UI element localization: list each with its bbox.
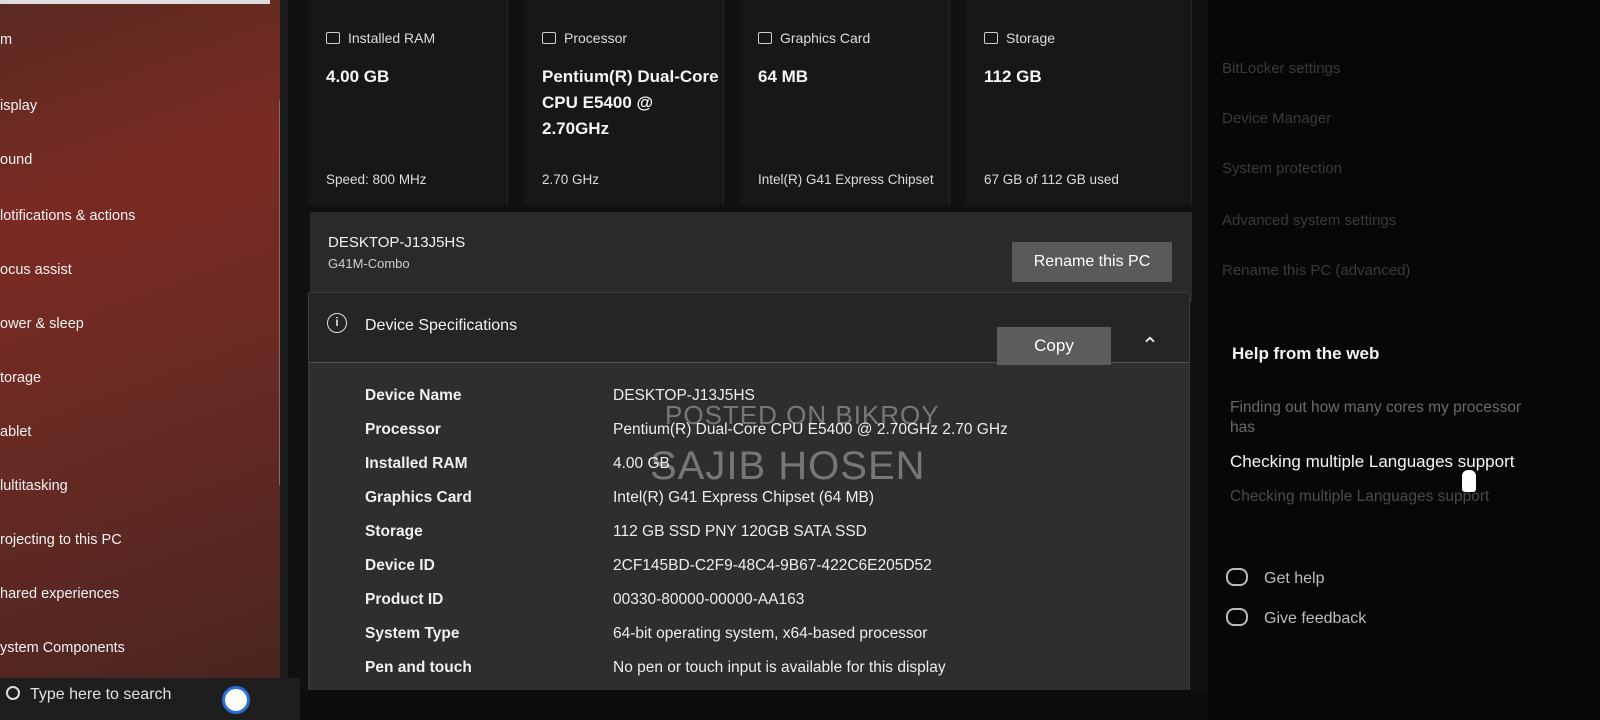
sidebar-search-box[interactable]: [0, 0, 270, 4]
taskbar-tray: [300, 690, 1208, 720]
taskbar-app-icon[interactable]: [222, 686, 250, 714]
card-subtext: 2.70 GHz: [542, 172, 600, 187]
spec-key: Processor: [365, 421, 441, 438]
rename-pc-button[interactable]: Rename this PC: [1012, 242, 1172, 282]
spec-row: Storage 112 GB SSD PNY 120GB SATA SSD: [365, 523, 1185, 555]
spec-value: 64-bit operating system, x64-based proce…: [613, 625, 928, 642]
spec-value: No pen or touch input is available for t…: [613, 659, 946, 676]
pc-name: DESKTOP-J13J5HS: [328, 234, 466, 251]
get-help-icon: [1226, 568, 1248, 586]
spec-key: Pen and touch: [365, 659, 472, 676]
related-link-device-manager[interactable]: Device Manager: [1222, 110, 1331, 127]
card-value: Pentium(R) Dual-Core CPU E5400 @ 2.70GHz: [542, 67, 719, 138]
taskbar: Type here to search: [0, 678, 300, 720]
spec-key: Storage: [365, 523, 423, 540]
card-subtext: 67 GB of 112 GB used: [984, 172, 1119, 187]
card-value: 4.00 GB: [326, 67, 390, 86]
info-icon: i: [327, 313, 347, 333]
storage-icon: [984, 32, 998, 44]
help-link-languages-faint[interactable]: Checking multiple Languages support: [1230, 488, 1489, 506]
card-subtext: Speed: 800 MHz: [326, 172, 427, 187]
card-value: 64 MB: [758, 67, 809, 86]
processor-card: Processor Pentium(R) Dual-Core CPU E5400…: [524, 0, 724, 205]
gpu-icon: [758, 32, 772, 44]
card-subtext: Intel(R) G41 Express Chipset: [758, 172, 934, 187]
sidebar-item-system[interactable]: m: [0, 32, 12, 48]
pc-name-bar: DESKTOP-J13J5HS G41M-Combo Rename this P…: [310, 212, 1192, 302]
sidebar-item-focus-assist[interactable]: ocus assist: [0, 262, 72, 278]
sidebar-item-tablet[interactable]: ablet: [0, 424, 31, 440]
watermark-line1: POSTED ON BIKROY: [665, 400, 940, 430]
search-icon: [6, 686, 20, 700]
chevron-up-icon[interactable]: ⌃: [1135, 331, 1165, 361]
spec-row: Graphics Card Intel(R) G41 Express Chipse…: [365, 489, 1185, 521]
spec-value: 2CF145BD-C2F9-48C4-9B67-422C6E205D52: [613, 557, 932, 574]
cpu-icon: [542, 32, 556, 44]
spec-key: System Type: [365, 625, 460, 642]
spec-row: Product ID 00330-80000-00000-AA163: [365, 591, 1185, 623]
card-header: Storage: [1006, 30, 1056, 46]
spec-key: Installed RAM: [365, 455, 468, 472]
watermark-line2: SAJIB HOSEN: [650, 444, 926, 488]
card-header: Graphics Card: [780, 30, 871, 46]
related-link-advanced-settings[interactable]: Advanced system settings: [1222, 212, 1396, 229]
sidebar-item-notifications[interactable]: lotifications & actions: [0, 208, 135, 224]
settings-sidebar: m isplay ound lotifications & actions oc…: [0, 0, 288, 678]
sidebar-item-power-sleep[interactable]: ower & sleep: [0, 316, 84, 332]
pc-model: G41M-Combo: [328, 256, 410, 271]
card-header: Installed RAM: [348, 30, 436, 46]
spec-value: 112 GB SSD PNY 120GB SATA SSD: [613, 523, 867, 540]
spec-key: Device ID: [365, 557, 435, 574]
ram-icon: [326, 32, 340, 44]
get-help-link[interactable]: Get help: [1264, 570, 1324, 588]
spec-key: Graphics Card: [365, 489, 472, 506]
sidebar-item-multitasking[interactable]: lultitasking: [0, 478, 68, 494]
related-link-bitlocker[interactable]: BitLocker settings: [1222, 60, 1340, 77]
spec-row: Pen and touch No pen or touch input is av…: [365, 659, 1185, 691]
spec-key: Device Name: [365, 387, 462, 404]
help-link-languages[interactable]: Checking multiple Languages support: [1230, 452, 1514, 472]
sidebar-item-display[interactable]: isplay: [0, 98, 37, 114]
specs-title: Device Specifications: [365, 317, 518, 334]
graphics-card: Graphics Card 64 MB Intel(R) G41 Express…: [740, 0, 950, 205]
sidebar-item-shared-experiences[interactable]: hared experiences: [0, 586, 119, 602]
related-link-rename-advanced[interactable]: Rename this PC (advanced): [1222, 262, 1410, 279]
spec-value: 00330-80000-00000-AA163: [613, 591, 805, 608]
specs-header[interactable]: i Device Specifications Copy ⌃: [309, 293, 1189, 365]
help-link-cores[interactable]: Finding out how many cores my processor …: [1230, 398, 1530, 438]
sidebar-item-projecting[interactable]: rojecting to this PC: [0, 532, 122, 548]
hand-cursor-icon: [1462, 470, 1476, 492]
card-value: 112 GB: [984, 67, 1042, 86]
related-settings-panel: BitLocker settings Device Manager System…: [1208, 0, 1600, 720]
card-header: Processor: [564, 30, 628, 46]
sidebar-item-sound[interactable]: ound: [0, 152, 32, 168]
taskbar-search-input[interactable]: Type here to search: [30, 686, 171, 704]
sidebar-item-storage[interactable]: torage: [0, 370, 41, 386]
device-specifications-panel: i Device Specifications Copy ⌃ Device Na…: [308, 292, 1190, 720]
sidebar-edge: [280, 0, 288, 678]
help-from-web-title: Help from the web: [1232, 344, 1380, 363]
spec-value: Intel(R) G41 Express Chipset (64 MB): [613, 489, 875, 506]
spec-row: System Type 64-bit operating system, x64-…: [365, 625, 1185, 657]
copy-button[interactable]: Copy: [997, 327, 1111, 365]
spec-key: Product ID: [365, 591, 444, 608]
spec-row: Device ID 2CF145BD-C2F9-48C4-9B67-422C6E2…: [365, 557, 1185, 589]
sidebar-item-system-components[interactable]: ystem Components: [0, 640, 125, 656]
give-feedback-link[interactable]: Give feedback: [1264, 610, 1366, 628]
ram-card: Installed RAM 4.00 GB Speed: 800 MHz: [308, 0, 508, 205]
storage-card: Storage 112 GB 67 GB of 112 GB used: [966, 0, 1192, 205]
feedback-icon: [1226, 608, 1248, 626]
about-main-panel: Installed RAM 4.00 GB Speed: 800 MHz Pro…: [288, 0, 1208, 720]
related-link-system-protection[interactable]: System protection: [1222, 160, 1342, 177]
